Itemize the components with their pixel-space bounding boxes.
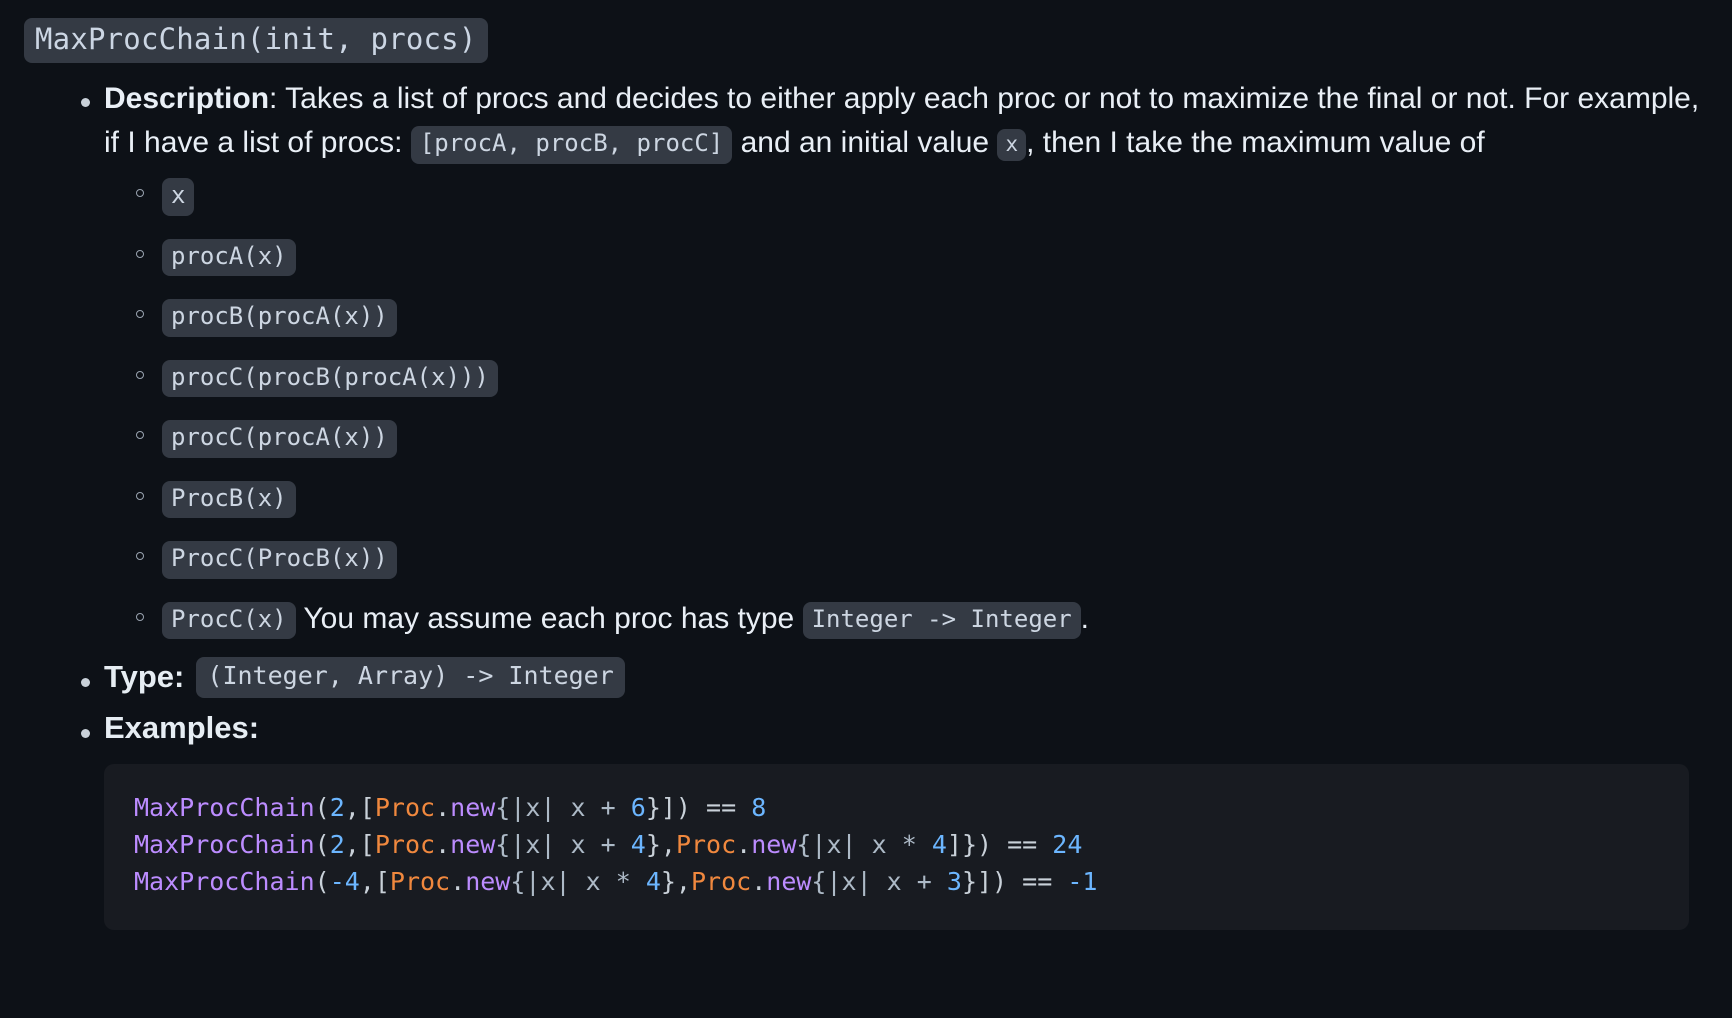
list-item: procB(procA(x)) [104,294,1708,338]
type-label: Type: [104,659,185,695]
code-token: MaxProcChain [134,793,315,823]
candidate-chip: ProcC(ProcB(x)) [162,541,397,579]
code-token: Proc [690,866,752,896]
function-signature-heading: MaxProcChain(init, procs) [24,18,488,63]
code-token: -1 [1067,866,1098,896]
code-token: ,[ [344,829,375,859]
description-text-3: , then I take the maximum value of [1026,126,1485,160]
type-signature-chip: (Integer, Array) -> Integer [196,657,625,698]
code-token: ,[ [344,793,375,823]
code-token: {|x| x + [811,866,947,896]
code-token: 3 [946,866,962,896]
list-item: procC(procB(procA(x))) [104,355,1708,399]
candidate-values-list: x procA(x) procB(procA(x)) procC(procB(p… [104,173,1708,640]
list-item: ProcC(ProcB(x)) [104,536,1708,580]
code-token: new [450,829,496,859]
code-token: ,[ [359,866,390,896]
candidate-chip: procA(x) [162,238,296,277]
procs-list-chip: [procA, procB, procC] [410,126,733,164]
examples-code-block: MaxProcChain(2,[Proc.new{|x| x + 6}]) ==… [104,764,1689,931]
proc-type-chip: Integer -> Integer [802,601,1081,640]
examples-line: Examples: [104,708,1708,748]
examples-label: Examples: [104,709,260,745]
code-token: 2 [329,793,345,823]
documentation-page: MaxProcChain(init, procs) Description: T… [0,0,1732,1018]
code-token: 24 [1052,829,1083,859]
code-line: MaxProcChain(2,[Proc.new{|x| x + 4},Proc… [134,830,1082,859]
code-token: Proc [374,829,436,859]
code-token: ]}) [946,829,993,859]
code-token: 6 [630,793,646,823]
doc-sections-list: Description: Takes a list of procs and d… [24,77,1708,931]
candidate-chip: ProcB(x) [162,480,296,519]
examples-code: MaxProcChain(2,[Proc.new{|x| x + 6}]) ==… [134,790,1659,900]
examples-section: Examples: MaxProcChain(2,[Proc.new{|x| x… [24,708,1708,931]
description-label: Description [104,82,270,115]
code-token: new [450,793,496,823]
code-token: . [736,829,752,859]
list-item: procC(procA(x)) [104,415,1708,459]
code-token: == [992,829,1053,859]
code-token: 4 [630,829,646,859]
code-token: {|x| x + [495,793,631,823]
code-line: MaxProcChain(-4,[Proc.new{|x| x * 4},Pro… [134,867,1097,896]
list-item: procA(x) [104,234,1708,278]
initial-value-chip: x [997,129,1027,162]
list-item: ProcC(x) You may assume each proc has ty… [104,597,1708,641]
code-token: MaxProcChain [134,829,315,859]
candidate-chip: x [162,178,195,216]
code-token: Proc [389,866,451,896]
code-token: }, [660,866,691,896]
code-token: -4 [329,866,360,896]
code-token: . [450,866,466,896]
code-line: MaxProcChain(2,[Proc.new{|x| x + 6}]) ==… [134,793,766,822]
description-section: Description: Takes a list of procs and d… [24,77,1708,640]
code-token: 8 [751,793,767,823]
type-section: Type: (Integer, Array) -> Integer [24,657,1708,698]
candidate-chip: procB(procA(x)) [162,299,397,337]
code-token: {|x| x * [510,866,646,896]
candidate-chip: procC(procA(x)) [162,420,397,458]
code-token: 4 [931,829,947,859]
list-item: ProcB(x) [104,476,1708,520]
code-token: . [751,866,767,896]
type-line: Type: (Integer, Array) -> Integer [104,657,1708,698]
code-token: == [1007,866,1068,896]
code-token: == [690,793,752,823]
code-token: ( [314,793,330,823]
code-token: 4 [645,866,661,896]
code-token: new [766,866,812,896]
code-token: {|x| x * [796,829,932,859]
assume-period: . [1080,601,1090,635]
code-token: new [465,866,511,896]
candidate-chip: procC(procB(procA(x))) [162,359,498,398]
code-token: 2 [329,829,345,859]
code-token: . [435,829,451,859]
code-token: Proc [675,829,737,859]
code-token: Proc [374,793,436,823]
assume-text: You may assume each proc has type [303,601,795,635]
description-text-2: and an initial value [740,126,990,160]
code-token: }, [645,829,676,859]
list-item: x [104,173,1708,217]
description-paragraph: Description: Takes a list of procs and d… [104,77,1708,165]
code-token: ( [314,866,330,896]
code-token: }]) [645,793,691,823]
code-token: ( [314,829,330,859]
code-token: {|x| x + [495,829,631,859]
code-token: new [751,829,797,859]
candidate-chip: ProcC(x) [162,601,296,640]
code-token: MaxProcChain [134,866,315,896]
code-token: }]) [961,866,1008,896]
page-title: MaxProcChain(init, procs) [24,18,1708,63]
code-token: . [435,793,451,823]
